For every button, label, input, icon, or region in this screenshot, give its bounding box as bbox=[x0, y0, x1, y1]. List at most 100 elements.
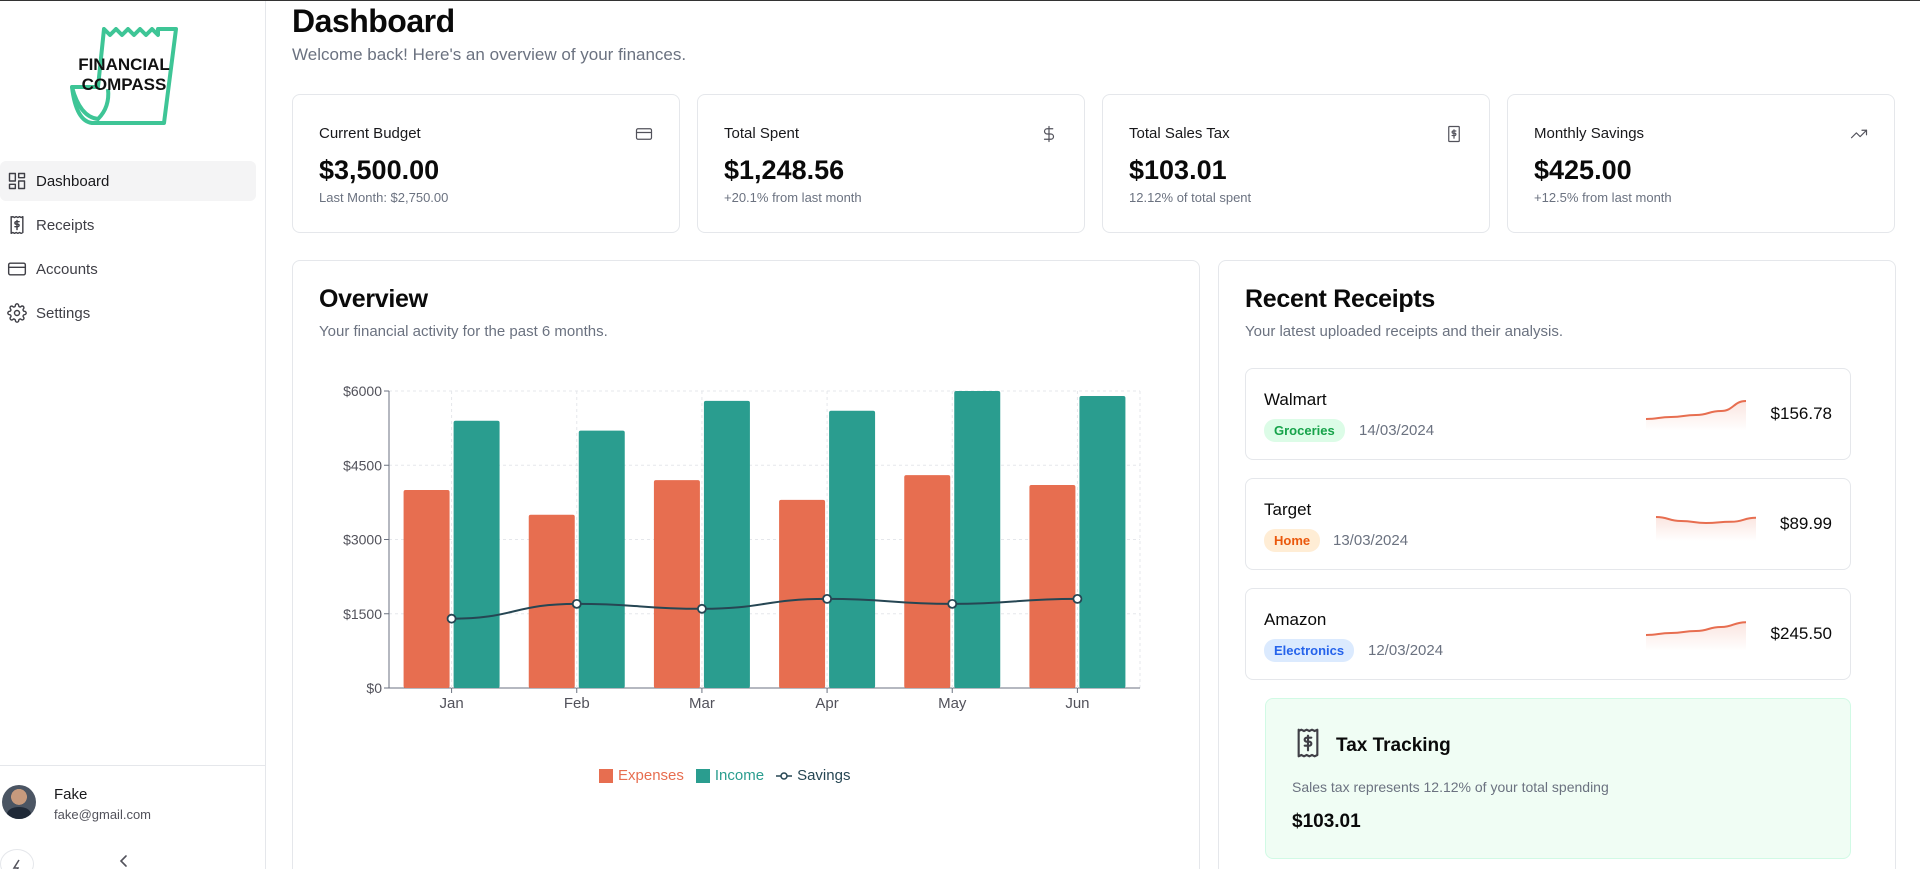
legend-item-income[interactable]: Income bbox=[695, 767, 765, 784]
legend-label: Savings bbox=[797, 767, 851, 784]
dollar-icon bbox=[1040, 125, 1058, 143]
bolt-button[interactable] bbox=[0, 849, 34, 869]
receipt-category-badge: Groceries bbox=[1264, 419, 1345, 442]
collapse-sidebar-button[interactable] bbox=[116, 853, 132, 869]
bar-income bbox=[1079, 395, 1126, 688]
recent-receipts-card: Recent Receipts Your latest uploaded rec… bbox=[1218, 260, 1896, 869]
chart-legend: Expenses Income Savings bbox=[599, 767, 850, 784]
overview-title: Overview bbox=[319, 285, 428, 313]
sidebar-item-label: Settings bbox=[36, 304, 91, 322]
sidebar-item-label: Receipts bbox=[36, 216, 95, 234]
gear-icon bbox=[6, 302, 28, 324]
user-name: Fake bbox=[54, 786, 88, 803]
stat-value: $3,500.00 bbox=[319, 155, 440, 185]
stat-note: +20.1% from last month bbox=[724, 190, 862, 205]
stat-note: Last Month: $2,750.00 bbox=[319, 190, 449, 205]
sidebar-item-accounts[interactable]: Accounts bbox=[0, 249, 256, 289]
receipt-store: Amazon bbox=[1264, 610, 1327, 629]
x-tick-label: Apr bbox=[815, 695, 838, 712]
tax-tracking-title: Tax Tracking bbox=[1336, 735, 1451, 756]
sidebar-item-dashboard[interactable]: Dashboard bbox=[0, 161, 256, 201]
legend-item-savings[interactable]: Savings bbox=[776, 767, 850, 784]
credit-card-icon bbox=[635, 125, 653, 143]
savings-point bbox=[446, 613, 457, 624]
tax-tracking-subtitle: Sales tax represents 12.12% of your tota… bbox=[1292, 779, 1609, 795]
bolt-icon bbox=[12, 859, 20, 869]
bar-income bbox=[829, 410, 876, 688]
receipt-store: Target bbox=[1264, 500, 1312, 519]
legend-line-marker bbox=[776, 771, 793, 780]
bar-expenses bbox=[1029, 485, 1076, 688]
receipt-amount: $245.50 bbox=[1770, 624, 1832, 643]
bar-expenses bbox=[403, 490, 450, 688]
y-tick-label: $1500 bbox=[343, 606, 382, 622]
x-tick-label: Feb bbox=[564, 695, 590, 712]
stat-note: 12.12% of total spent bbox=[1129, 190, 1252, 205]
overview-subtitle: Your financial activity for the past 6 m… bbox=[319, 323, 608, 340]
sidebar-item-receipts[interactable]: Receipts bbox=[0, 205, 256, 245]
stat-label: Total Spent bbox=[724, 125, 800, 142]
tax-tracking-value: $103.01 bbox=[1292, 811, 1361, 832]
x-tick-label: May bbox=[938, 695, 967, 712]
stat-value: $1,248.56 bbox=[724, 155, 845, 185]
receipt-item-amazon[interactable]: Amazon Electronics 12/03/2024 $245.50 bbox=[1245, 588, 1851, 680]
tax-tracking-panel: Tax Tracking Sales tax represents 12.12%… bbox=[1265, 698, 1851, 859]
y-tick-label: $4500 bbox=[343, 457, 382, 473]
savings-point bbox=[697, 603, 707, 614]
receipt-trend-sparkline bbox=[1656, 516, 1756, 541]
savings-point bbox=[947, 598, 958, 609]
user-email: fake@gmail.com bbox=[54, 807, 152, 822]
chevron-left-icon bbox=[119, 855, 127, 867]
receipt-store: Walmart bbox=[1264, 390, 1327, 409]
stat-card-total-sales-tax: Total Sales Tax $103.01 12.12% of total … bbox=[1102, 94, 1490, 233]
logo-text-line1: FINANCIAL bbox=[78, 55, 170, 74]
dashboard-icon bbox=[6, 170, 28, 192]
stat-note: +12.5% from last month bbox=[1534, 190, 1672, 205]
x-tick-label: Jan bbox=[439, 695, 463, 712]
legend-swatch bbox=[599, 768, 613, 783]
receipt-item-walmart[interactable]: Walmart Groceries 14/03/2024 $156.78 bbox=[1245, 368, 1851, 460]
legend-label: Income bbox=[714, 767, 765, 784]
sidebar-item-settings[interactable]: Settings bbox=[0, 293, 256, 333]
y-tick-label: $0 bbox=[366, 680, 382, 696]
receipt-trend-sparkline bbox=[1646, 400, 1746, 431]
user-profile[interactable]: Fake fake@gmail.com bbox=[0, 765, 266, 822]
stat-value: $103.01 bbox=[1129, 155, 1227, 185]
receipt-category-badge: Home bbox=[1264, 529, 1321, 552]
x-tick-label: Jun bbox=[1065, 695, 1089, 712]
sparkline-area bbox=[1646, 622, 1746, 651]
receipts-subtitle: Your latest uploaded receipts and their … bbox=[1245, 323, 1563, 340]
savings-point bbox=[571, 598, 582, 609]
receipt-category-badge: Electronics bbox=[1264, 639, 1355, 662]
receipt-icon bbox=[6, 214, 28, 236]
savings-point bbox=[1072, 593, 1083, 604]
receipt-date: 13/03/2024 bbox=[1333, 532, 1409, 549]
legend-item-expenses[interactable]: Expenses bbox=[599, 767, 684, 784]
bar-income bbox=[453, 420, 500, 688]
page-title: Dashboard bbox=[292, 3, 455, 39]
trending-up-icon bbox=[1850, 125, 1868, 143]
stat-value: $425.00 bbox=[1534, 155, 1632, 185]
bar-expenses bbox=[528, 514, 575, 688]
stat-card-total-spent: Total Spent $1,248.56 +20.1% from last m… bbox=[697, 94, 1085, 233]
receipt-icon bbox=[1445, 125, 1463, 143]
page-subtitle: Welcome back! Here's an overview of your… bbox=[292, 45, 687, 64]
sidebar: FINANCIAL COMPASS Dashboard Receipts Acc… bbox=[0, 1, 266, 869]
logo-text-line2: COMPASS bbox=[82, 75, 167, 94]
stat-label: Monthly Savings bbox=[1534, 125, 1645, 142]
receipt-item-target[interactable]: Target Home 13/03/2024 $89.99 bbox=[1245, 478, 1851, 570]
x-tick-label: Mar bbox=[689, 695, 715, 712]
financial-compass-logo[interactable]: FINANCIAL COMPASS bbox=[70, 27, 180, 127]
credit-card-icon bbox=[6, 258, 28, 280]
overview-chart[interactable]: $0 $1500 $3000 $4500 $6000 Jan Feb Mar Apr May Jun bbox=[293, 371, 1173, 761]
stat-label: Current Budget bbox=[319, 125, 421, 142]
avatar[interactable] bbox=[2, 785, 36, 819]
bar-income bbox=[578, 430, 625, 688]
receipt-amount: $89.99 bbox=[1780, 514, 1832, 533]
bar-expenses bbox=[904, 475, 951, 688]
receipt-icon bbox=[1292, 727, 1324, 759]
bar-expenses bbox=[779, 499, 826, 688]
stat-card-monthly-savings: Monthly Savings $425.00 +12.5% from last… bbox=[1507, 94, 1895, 233]
y-tick-label: $6000 bbox=[343, 383, 382, 399]
receipt-trend-sparkline bbox=[1646, 621, 1746, 651]
